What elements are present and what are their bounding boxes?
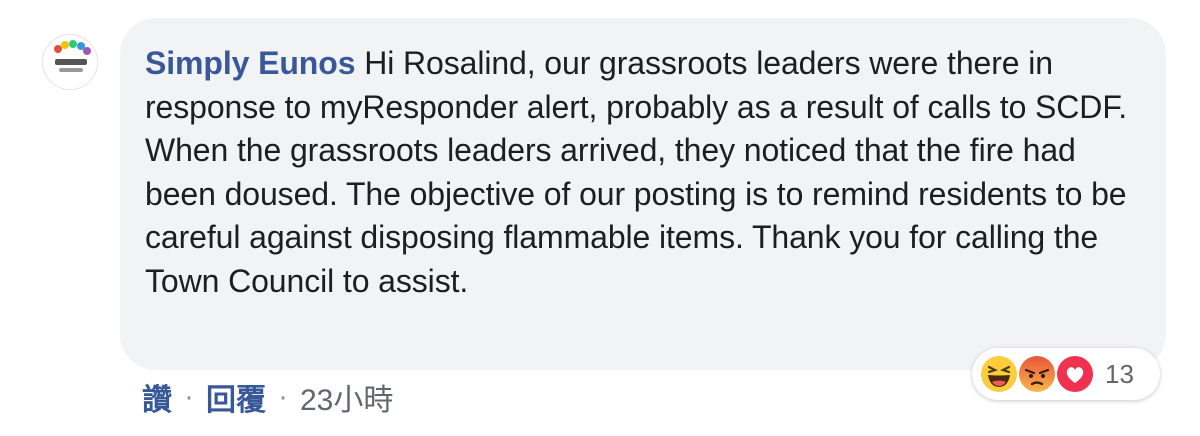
- reaction-summary[interactable]: 13: [972, 348, 1160, 400]
- haha-icon: [978, 353, 1020, 395]
- reaction-count: 13: [1105, 359, 1134, 389]
- comment-author[interactable]: Simply Eunos: [145, 45, 356, 81]
- reply-button[interactable]: 回覆: [206, 375, 266, 419]
- angry-icon: [1016, 353, 1058, 395]
- comment-body: Simply Eunos Hi Rosalind, our grassroots…: [145, 42, 1136, 303]
- comment-actions: 讚 · 回覆 · 23小時: [142, 375, 393, 419]
- timestamp[interactable]: 23小時: [300, 375, 393, 419]
- comment-bubble: Simply Eunos Hi Rosalind, our grassroots…: [120, 18, 1166, 370]
- separator: ·: [184, 380, 194, 413]
- comment-text: Hi Rosalind, our grassroots leaders were…: [145, 45, 1128, 299]
- avatar[interactable]: [42, 34, 98, 90]
- separator: ·: [278, 380, 288, 413]
- love-icon: [1054, 353, 1096, 395]
- like-button[interactable]: 讚: [142, 375, 172, 419]
- simply-eunos-logo-icon: [44, 36, 97, 89]
